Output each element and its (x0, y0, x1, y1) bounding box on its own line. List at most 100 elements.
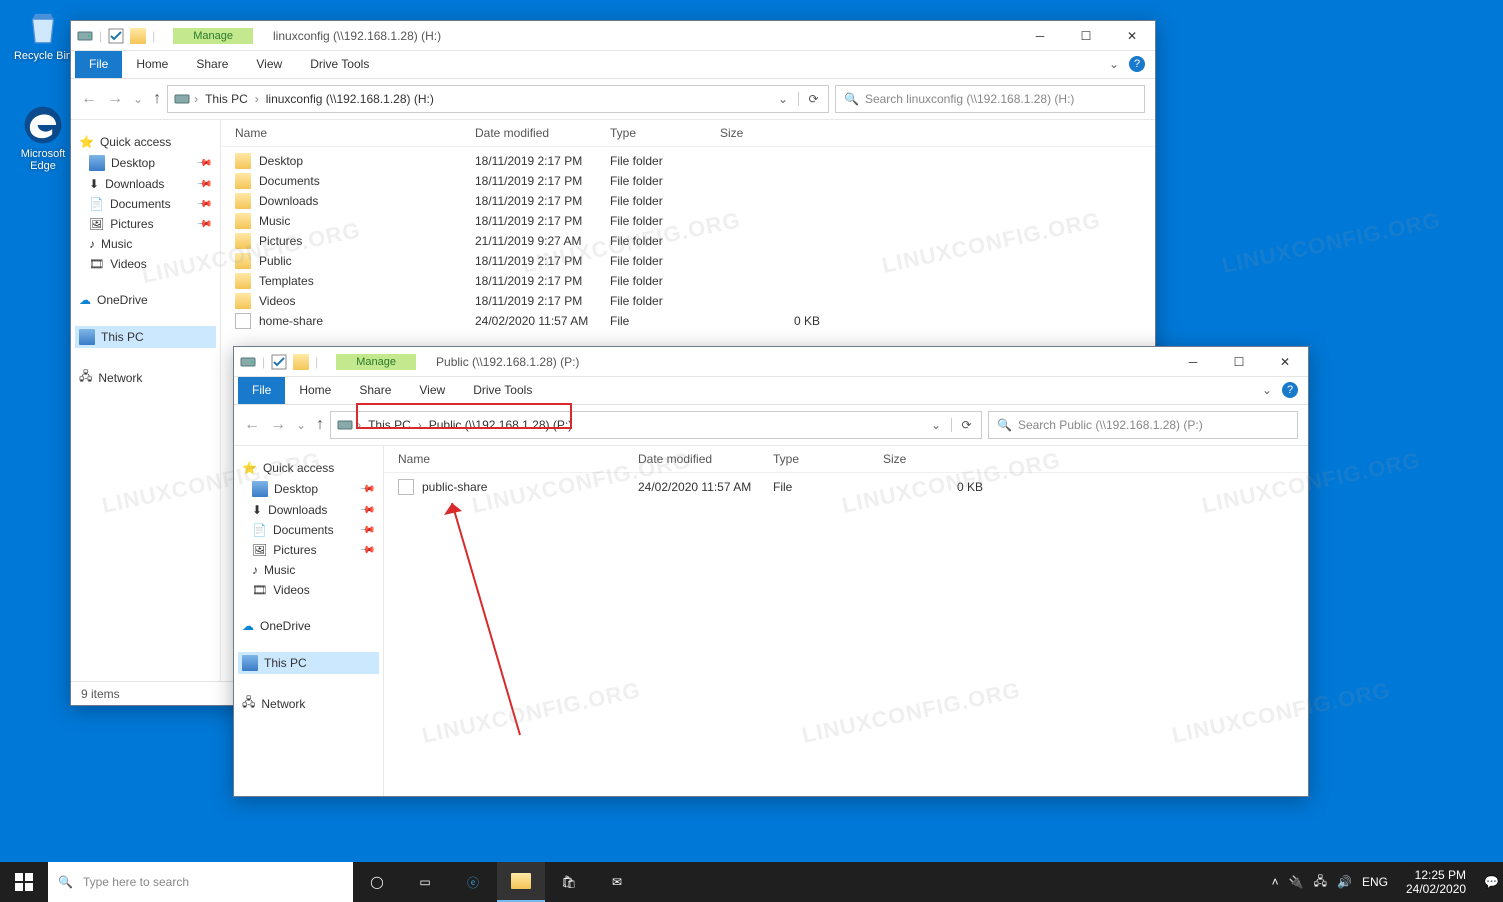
ribbon-collapse-icon[interactable]: ⌄ (1099, 51, 1129, 78)
nav-music[interactable]: ♪Music (238, 560, 379, 580)
nav-this-pc[interactable]: This PC (238, 652, 379, 674)
help-icon[interactable]: ? (1129, 56, 1145, 72)
address-bar[interactable]: › This PC › linuxconfig (\\192.168.1.28)… (167, 85, 829, 113)
refresh-button[interactable]: ⟳ (951, 418, 975, 432)
ribbon-tab-home[interactable]: Home (122, 51, 182, 78)
col-name[interactable]: Name (235, 126, 475, 140)
back-button[interactable]: ← (244, 416, 260, 434)
ribbon-tab-view[interactable]: View (405, 377, 459, 404)
nav-network[interactable]: 🖧Network (75, 364, 216, 391)
file-row[interactable]: public-share24/02/2020 11:57 AMFile0 KB (384, 477, 1308, 497)
taskbar-search[interactable]: 🔍 Type here to search (48, 862, 353, 902)
nav-quick-access[interactable]: ⭐Quick access (238, 458, 379, 478)
titlebar[interactable]: | | Manage linuxconfig (\\192.168.1.28) … (71, 21, 1155, 51)
refresh-button[interactable]: ⟳ (798, 92, 822, 106)
file-row[interactable]: Videos18/11/2019 2:17 PMFile folder (221, 291, 1155, 311)
ribbon-collapse-icon[interactable]: ⌄ (1252, 377, 1282, 404)
file-row[interactable]: Templates18/11/2019 2:17 PMFile folder (221, 271, 1155, 291)
address-dropdown-icon[interactable]: ⌄ (931, 418, 941, 432)
tray-overflow-icon[interactable]: ˄ (1272, 875, 1279, 889)
tray-volume-icon[interactable]: 🔊 (1337, 875, 1352, 889)
nav-onedrive[interactable]: ☁OneDrive (75, 290, 216, 310)
taskbar-edge[interactable]: ⓔ (449, 862, 497, 902)
nav-documents[interactable]: 📄Documents📌 (238, 520, 379, 540)
nav-pictures[interactable]: 🖼Pictures📌 (238, 540, 379, 560)
search-input[interactable]: 🔍 Search Public (\\192.168.1.28) (P:) (988, 411, 1298, 439)
address-dropdown-icon[interactable]: ⌄ (778, 92, 788, 106)
taskbar-store[interactable]: 🛍 (545, 862, 593, 902)
col-type[interactable]: Type (773, 452, 883, 466)
chevron-right-icon[interactable]: › (255, 92, 259, 106)
back-button[interactable]: ← (81, 90, 97, 108)
nav-downloads[interactable]: ⬇Downloads📌 (238, 500, 379, 520)
ribbon-tab-view[interactable]: View (242, 51, 296, 78)
checkbox-icon[interactable] (108, 28, 124, 44)
col-name[interactable]: Name (398, 452, 638, 466)
ribbon-tab-drivetools[interactable]: Drive Tools (296, 51, 383, 78)
titlebar[interactable]: | | Manage Public (\\192.168.1.28) (P:) … (234, 347, 1308, 377)
maximize-button[interactable]: ☐ (1063, 21, 1109, 50)
nav-downloads[interactable]: ⬇Downloads📌 (75, 174, 216, 194)
folder-icon[interactable] (293, 354, 309, 370)
close-button[interactable]: ✕ (1262, 347, 1308, 376)
cortana-button[interactable]: ◯ (353, 862, 401, 902)
breadcrumb-item[interactable]: linuxconfig (\\192.168.1.28) (H:) (263, 92, 437, 106)
ribbon-tab-share[interactable]: Share (182, 51, 242, 78)
nav-videos[interactable]: 🎞Videos (75, 254, 216, 274)
col-date[interactable]: Date modified (638, 452, 773, 466)
minimize-button[interactable]: ─ (1170, 347, 1216, 376)
minimize-button[interactable]: ─ (1017, 21, 1063, 50)
nav-desktop[interactable]: Desktop📌 (238, 478, 379, 500)
file-row[interactable]: Documents18/11/2019 2:17 PMFile folder (221, 171, 1155, 191)
col-date[interactable]: Date modified (475, 126, 610, 140)
history-dropdown-icon[interactable]: ⌄ (133, 92, 143, 106)
file-row[interactable]: Desktop18/11/2019 2:17 PMFile folder (221, 151, 1155, 171)
nav-documents[interactable]: 📄Documents📌 (75, 194, 216, 214)
nav-pictures[interactable]: 🖼Pictures📌 (75, 214, 216, 234)
file-row[interactable]: home-share24/02/2020 11:57 AMFile0 KB (221, 311, 1155, 331)
action-center-icon[interactable]: 💬 (1484, 875, 1499, 889)
taskbar-mail[interactable]: ✉ (593, 862, 641, 902)
tray-network-icon[interactable]: 🖧 (1314, 872, 1327, 893)
nav-quick-access[interactable]: ⭐Quick access (75, 132, 216, 152)
file-row[interactable]: Downloads18/11/2019 2:17 PMFile folder (221, 191, 1155, 211)
search-input[interactable]: 🔍 Search linuxconfig (\\192.168.1.28) (H… (835, 85, 1145, 113)
help-icon[interactable]: ? (1282, 382, 1298, 398)
ribbon-tab-share[interactable]: Share (345, 377, 405, 404)
file-row[interactable]: Public18/11/2019 2:17 PMFile folder (221, 251, 1155, 271)
start-button[interactable] (0, 862, 48, 902)
up-button[interactable]: ↑ (316, 416, 324, 434)
ribbon-tab-home[interactable]: Home (285, 377, 345, 404)
maximize-button[interactable]: ☐ (1216, 347, 1262, 376)
column-headers[interactable]: Name Date modified Type Size (384, 446, 1308, 473)
column-headers[interactable]: Name Date modified Type Size (221, 120, 1155, 147)
close-button[interactable]: ✕ (1109, 21, 1155, 50)
breadcrumb-item[interactable]: This PC (202, 92, 251, 106)
desktop-icon-edge[interactable]: Microsoft Edge (8, 104, 78, 172)
desktop-icon-recycle-bin[interactable]: Recycle Bin (8, 6, 78, 62)
up-button[interactable]: ↑ (153, 90, 161, 108)
history-dropdown-icon[interactable]: ⌄ (296, 418, 306, 432)
nav-network[interactable]: 🖧Network (238, 690, 379, 717)
task-view-button[interactable]: ▭ (401, 862, 449, 902)
taskbar-explorer[interactable] (497, 862, 545, 902)
nav-videos[interactable]: 🎞Videos (238, 580, 379, 600)
col-size[interactable]: Size (720, 126, 820, 140)
nav-music[interactable]: ♪Music (75, 234, 216, 254)
col-type[interactable]: Type (610, 126, 720, 140)
file-row[interactable]: Pictures21/11/2019 9:27 AMFile folder (221, 231, 1155, 251)
ribbon-tab-file[interactable]: File (238, 377, 285, 404)
col-size[interactable]: Size (883, 452, 983, 466)
chevron-right-icon[interactable]: › (194, 92, 198, 106)
nav-onedrive[interactable]: ☁OneDrive (238, 616, 379, 636)
tray-power-icon[interactable]: 🔌 (1289, 875, 1304, 889)
ribbon-tab-file[interactable]: File (75, 51, 122, 78)
nav-desktop[interactable]: Desktop📌 (75, 152, 216, 174)
nav-this-pc[interactable]: This PC (75, 326, 216, 348)
file-row[interactable]: Music18/11/2019 2:17 PMFile folder (221, 211, 1155, 231)
folder-icon[interactable] (130, 28, 146, 44)
tray-language[interactable]: ENG (1362, 875, 1388, 889)
ribbon-tab-drivetools[interactable]: Drive Tools (459, 377, 546, 404)
taskbar-clock[interactable]: 12:25 PM 24/02/2020 (1398, 864, 1474, 901)
checkbox-icon[interactable] (271, 354, 287, 370)
